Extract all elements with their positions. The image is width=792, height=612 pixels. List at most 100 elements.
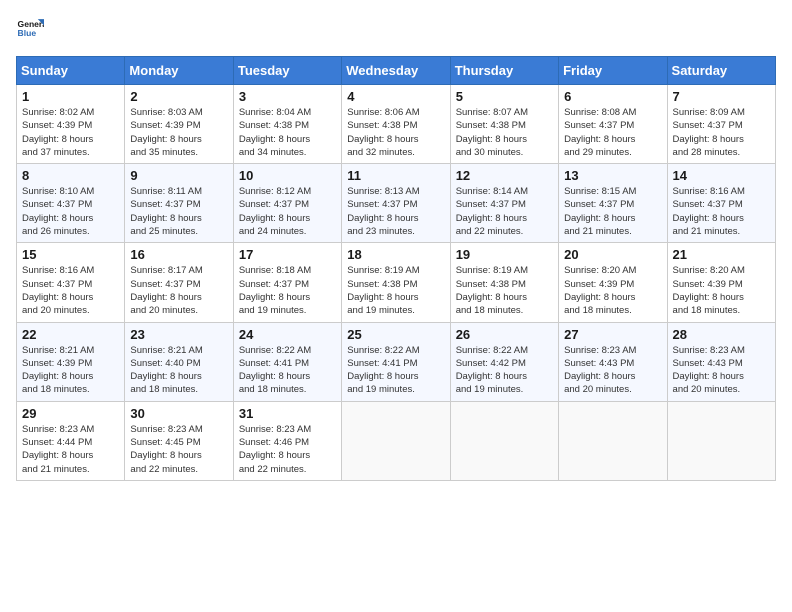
day-number: 7 — [673, 89, 770, 104]
day-number: 24 — [239, 327, 336, 342]
calendar-cell: 24 Sunrise: 8:22 AMSunset: 4:41 PMDayligh… — [233, 322, 341, 401]
day-info: Sunrise: 8:09 AMSunset: 4:37 PMDaylight:… — [673, 106, 770, 159]
calendar-cell — [342, 401, 450, 480]
calendar-week-5: 29Sunrise: 8:23 AMSunset: 4:44 PMDayligh… — [17, 401, 776, 480]
day-info: Sunrise: 8:03 AMSunset: 4:39 PMDaylight:… — [130, 106, 227, 159]
day-info: Sunrise: 8:23 AMSunset: 4:45 PMDaylight:… — [130, 423, 227, 476]
calendar-header-row: SundayMondayTuesdayWednesdayThursdayFrid… — [17, 57, 776, 85]
day-header-sunday: Sunday — [17, 57, 125, 85]
day-number: 18 — [347, 247, 444, 262]
logo-icon: General Blue — [16, 16, 44, 44]
day-number: 5 — [456, 89, 553, 104]
day-header-monday: Monday — [125, 57, 233, 85]
day-info: Sunrise: 8:20 AMSunset: 4:39 PMDaylight:… — [564, 264, 661, 317]
calendar-cell: 16Sunrise: 8:17 AMSunset: 4:37 PMDayligh… — [125, 243, 233, 322]
day-info: Sunrise: 8:02 AMSunset: 4:39 PMDaylight:… — [22, 106, 119, 159]
calendar-cell: 8 Sunrise: 8:10 AMSunset: 4:37 PMDaylight… — [17, 164, 125, 243]
day-header-tuesday: Tuesday — [233, 57, 341, 85]
calendar: SundayMondayTuesdayWednesdayThursdayFrid… — [16, 56, 776, 481]
calendar-week-1: 1 Sunrise: 8:02 AMSunset: 4:39 PMDaylight… — [17, 85, 776, 164]
day-info: Sunrise: 8:18 AMSunset: 4:37 PMDaylight:… — [239, 264, 336, 317]
day-info: Sunrise: 8:17 AMSunset: 4:37 PMDaylight:… — [130, 264, 227, 317]
day-number: 15 — [22, 247, 119, 262]
calendar-cell: 7 Sunrise: 8:09 AMSunset: 4:37 PMDaylight… — [667, 85, 775, 164]
day-info: Sunrise: 8:21 AMSunset: 4:39 PMDaylight:… — [22, 344, 119, 397]
day-number: 1 — [22, 89, 119, 104]
calendar-cell: 25Sunrise: 8:22 AMSunset: 4:41 PMDayligh… — [342, 322, 450, 401]
day-info: Sunrise: 8:04 AMSunset: 4:38 PMDaylight:… — [239, 106, 336, 159]
day-number: 10 — [239, 168, 336, 183]
day-number: 2 — [130, 89, 227, 104]
day-info: Sunrise: 8:19 AMSunset: 4:38 PMDaylight:… — [347, 264, 444, 317]
day-header-wednesday: Wednesday — [342, 57, 450, 85]
calendar-cell: 26 Sunrise: 8:22 AMSunset: 4:42 PMDayligh… — [450, 322, 558, 401]
day-number: 27 — [564, 327, 661, 342]
day-info: Sunrise: 8:22 AMSunset: 4:42 PMDaylight:… — [456, 344, 553, 397]
day-number: 20 — [564, 247, 661, 262]
calendar-cell: 28 Sunrise: 8:23 AMSunset: 4:43 PMDayligh… — [667, 322, 775, 401]
calendar-cell: 29Sunrise: 8:23 AMSunset: 4:44 PMDayligh… — [17, 401, 125, 480]
calendar-cell: 11 Sunrise: 8:13 AMSunset: 4:37 PMDayligh… — [342, 164, 450, 243]
calendar-cell: 18 Sunrise: 8:19 AMSunset: 4:38 PMDayligh… — [342, 243, 450, 322]
calendar-cell — [450, 401, 558, 480]
calendar-week-3: 15 Sunrise: 8:16 AMSunset: 4:37 PMDayligh… — [17, 243, 776, 322]
day-number: 31 — [239, 406, 336, 421]
day-info: Sunrise: 8:06 AMSunset: 4:38 PMDaylight:… — [347, 106, 444, 159]
day-number: 21 — [673, 247, 770, 262]
calendar-cell: 17 Sunrise: 8:18 AMSunset: 4:37 PMDayligh… — [233, 243, 341, 322]
day-info: Sunrise: 8:23 AMSunset: 4:43 PMDaylight:… — [564, 344, 661, 397]
day-number: 28 — [673, 327, 770, 342]
day-header-saturday: Saturday — [667, 57, 775, 85]
calendar-cell: 1 Sunrise: 8:02 AMSunset: 4:39 PMDaylight… — [17, 85, 125, 164]
day-info: Sunrise: 8:16 AMSunset: 4:37 PMDaylight:… — [673, 185, 770, 238]
calendar-cell: 30Sunrise: 8:23 AMSunset: 4:45 PMDayligh… — [125, 401, 233, 480]
day-number: 26 — [456, 327, 553, 342]
day-number: 11 — [347, 168, 444, 183]
day-info: Sunrise: 8:08 AMSunset: 4:37 PMDaylight:… — [564, 106, 661, 159]
svg-text:Blue: Blue — [18, 28, 37, 38]
calendar-cell: 13 Sunrise: 8:15 AMSunset: 4:37 PMDayligh… — [559, 164, 667, 243]
day-info: Sunrise: 8:10 AMSunset: 4:37 PMDaylight:… — [22, 185, 119, 238]
day-info: Sunrise: 8:14 AMSunset: 4:37 PMDaylight:… — [456, 185, 553, 238]
calendar-cell: 4 Sunrise: 8:06 AMSunset: 4:38 PMDaylight… — [342, 85, 450, 164]
day-header-friday: Friday — [559, 57, 667, 85]
day-info: Sunrise: 8:22 AMSunset: 4:41 PMDaylight:… — [239, 344, 336, 397]
calendar-cell: 27 Sunrise: 8:23 AMSunset: 4:43 PMDayligh… — [559, 322, 667, 401]
day-info: Sunrise: 8:16 AMSunset: 4:37 PMDaylight:… — [22, 264, 119, 317]
day-number: 25 — [347, 327, 444, 342]
day-number: 6 — [564, 89, 661, 104]
calendar-cell — [667, 401, 775, 480]
calendar-cell: 9 Sunrise: 8:11 AMSunset: 4:37 PMDaylight… — [125, 164, 233, 243]
day-number: 12 — [456, 168, 553, 183]
day-info: Sunrise: 8:21 AMSunset: 4:40 PMDaylight:… — [130, 344, 227, 397]
calendar-cell: 5 Sunrise: 8:07 AMSunset: 4:38 PMDaylight… — [450, 85, 558, 164]
calendar-cell: 22Sunrise: 8:21 AMSunset: 4:39 PMDayligh… — [17, 322, 125, 401]
day-info: Sunrise: 8:15 AMSunset: 4:37 PMDaylight:… — [564, 185, 661, 238]
day-info: Sunrise: 8:23 AMSunset: 4:43 PMDaylight:… — [673, 344, 770, 397]
calendar-cell: 23 Sunrise: 8:21 AMSunset: 4:40 PMDayligh… — [125, 322, 233, 401]
day-number: 9 — [130, 168, 227, 183]
day-info: Sunrise: 8:11 AMSunset: 4:37 PMDaylight:… — [130, 185, 227, 238]
calendar-cell: 15 Sunrise: 8:16 AMSunset: 4:37 PMDayligh… — [17, 243, 125, 322]
day-number: 8 — [22, 168, 119, 183]
calendar-cell: 19Sunrise: 8:19 AMSunset: 4:38 PMDayligh… — [450, 243, 558, 322]
day-number: 4 — [347, 89, 444, 104]
calendar-cell: 14Sunrise: 8:16 AMSunset: 4:37 PMDayligh… — [667, 164, 775, 243]
calendar-cell: 12 Sunrise: 8:14 AMSunset: 4:37 PMDayligh… — [450, 164, 558, 243]
day-info: Sunrise: 8:13 AMSunset: 4:37 PMDaylight:… — [347, 185, 444, 238]
day-info: Sunrise: 8:20 AMSunset: 4:39 PMDaylight:… — [673, 264, 770, 317]
day-number: 13 — [564, 168, 661, 183]
calendar-week-2: 8 Sunrise: 8:10 AMSunset: 4:37 PMDaylight… — [17, 164, 776, 243]
day-info: Sunrise: 8:19 AMSunset: 4:38 PMDaylight:… — [456, 264, 553, 317]
calendar-cell: 10 Sunrise: 8:12 AMSunset: 4:37 PMDayligh… — [233, 164, 341, 243]
day-info: Sunrise: 8:12 AMSunset: 4:37 PMDaylight:… — [239, 185, 336, 238]
day-info: Sunrise: 8:23 AMSunset: 4:44 PMDaylight:… — [22, 423, 119, 476]
day-number: 23 — [130, 327, 227, 342]
calendar-week-4: 22Sunrise: 8:21 AMSunset: 4:39 PMDayligh… — [17, 322, 776, 401]
calendar-cell: 31Sunrise: 8:23 AMSunset: 4:46 PMDayligh… — [233, 401, 341, 480]
day-info: Sunrise: 8:07 AMSunset: 4:38 PMDaylight:… — [456, 106, 553, 159]
logo: General Blue — [16, 16, 48, 44]
calendar-cell: 20 Sunrise: 8:20 AMSunset: 4:39 PMDayligh… — [559, 243, 667, 322]
day-number: 3 — [239, 89, 336, 104]
day-number: 17 — [239, 247, 336, 262]
